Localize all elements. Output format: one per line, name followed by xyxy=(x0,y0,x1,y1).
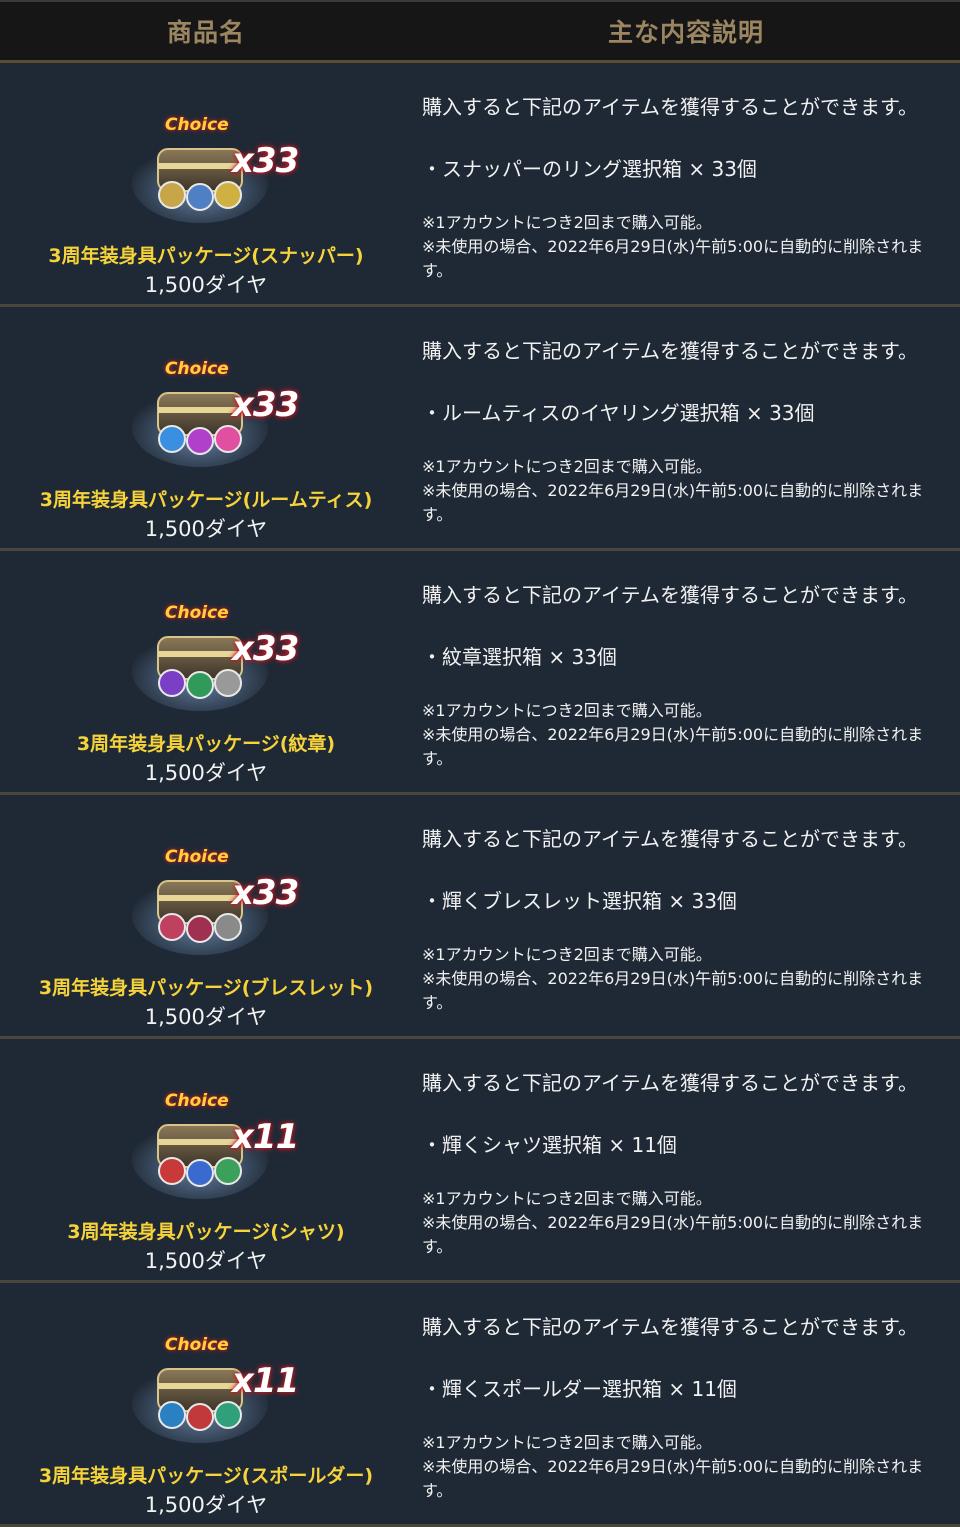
description-lead: 購入すると下記のアイテムを獲得することができます。 xyxy=(422,827,918,851)
purchase-limit-note: ※1アカウントにつき2回まで購入可能。 xyxy=(422,1433,712,1452)
description-item: ・輝くスポールダー選択箱 × 11個 xyxy=(422,1377,737,1401)
description-cell: 購入すると下記のアイテムを獲得することができます。 ・紋章選択箱 × 33個 ※… xyxy=(412,551,960,792)
product-cell: Choice x11 3周年装身具パッケージ(シャツ) 1,500ダイヤ xyxy=(0,1039,412,1280)
description-lead: 購入すると下記のアイテムを獲得することができます。 xyxy=(422,339,918,363)
table-row: Choice x33 3周年装身具パッケージ(ブレスレット) 1,500ダイヤ … xyxy=(0,795,960,1039)
expiry-note: ※未使用の場合、2022年6月29日(水)午前5:00に自動的に削除されます。 xyxy=(422,237,924,280)
purchase-limit-note: ※1アカウントにつき2回まで購入可能。 xyxy=(422,1189,712,1208)
product-price: 1,500ダイヤ xyxy=(144,273,268,297)
description-lead: 購入すると下記のアイテムを獲得することができます。 xyxy=(422,1315,918,1339)
description-notes: ※1アカウントにつき2回まで購入可能。 ※未使用の場合、2022年6月29日(水… xyxy=(422,1431,952,1503)
description-cell: 購入すると下記のアイテムを獲得することができます。 ・ルームティスのイヤリング選… xyxy=(412,307,960,548)
quantity-badge: x11 xyxy=(232,1361,299,1401)
choice-badge: Choice xyxy=(165,1335,229,1355)
quantity-badge: x33 xyxy=(232,629,299,669)
description-cell: 購入すると下記のアイテムを獲得することができます。 ・輝くブレスレット選択箱 ×… xyxy=(412,795,960,1036)
quantity-badge: x33 xyxy=(232,385,299,425)
product-price: 1,500ダイヤ xyxy=(144,1493,268,1517)
purchase-limit-note: ※1アカウントにつき2回まで購入可能。 xyxy=(422,213,712,232)
product-price: 1,500ダイヤ xyxy=(144,517,268,541)
product-name: 3周年装身具パッケージ(スナッパー) xyxy=(48,245,364,267)
description-item: ・輝くブレスレット選択箱 × 33個 xyxy=(422,889,737,913)
choice-badge: Choice xyxy=(165,359,229,379)
product-cell: Choice x33 3周年装身具パッケージ(ブレスレット) 1,500ダイヤ xyxy=(0,795,412,1036)
product-cell: Choice x11 3周年装身具パッケージ(スポールダー) 1,500ダイヤ xyxy=(0,1283,412,1524)
header-description: 主な内容説明 xyxy=(607,18,764,47)
description-notes: ※1アカウントにつき2回まで購入可能。 ※未使用の場合、2022年6月29日(水… xyxy=(422,1187,952,1259)
product-cell: Choice x33 3周年装身具パッケージ(紋章) 1,500ダイヤ xyxy=(0,551,412,792)
description-item: ・ルームティスのイヤリング選択箱 × 33個 xyxy=(422,401,815,425)
expiry-note: ※未使用の場合、2022年6月29日(水)午前5:00に自動的に削除されます。 xyxy=(422,1213,924,1256)
quantity-badge: x33 xyxy=(232,141,299,181)
description-notes: ※1アカウントにつき2回まで購入可能。 ※未使用の場合、2022年6月29日(水… xyxy=(422,455,952,527)
choice-badge: Choice xyxy=(165,603,229,623)
description-item: ・紋章選択箱 × 33個 xyxy=(422,645,617,669)
description-cell: 購入すると下記のアイテムを獲得することができます。 ・輝くシャツ選択箱 × 11… xyxy=(412,1039,960,1280)
product-price: 1,500ダイヤ xyxy=(144,1005,268,1029)
description-notes: ※1アカウントにつき2回まで購入可能。 ※未使用の場合、2022年6月29日(水… xyxy=(422,211,952,283)
expiry-note: ※未使用の場合、2022年6月29日(水)午前5:00に自動的に削除されます。 xyxy=(422,725,924,768)
purchase-limit-note: ※1アカウントにつき2回まで購入可能。 xyxy=(422,701,712,720)
package-table: 商品名 主な内容説明 Choice x33 3周年装身具パッケージ(スナッパー)… xyxy=(0,0,960,1527)
description-notes: ※1アカウントにつき2回まで購入可能。 ※未使用の場合、2022年6月29日(水… xyxy=(422,699,952,771)
description-item: ・スナッパーのリング選択箱 × 33個 xyxy=(422,157,757,181)
table-row: Choice x33 3周年装身具パッケージ(紋章) 1,500ダイヤ 購入する… xyxy=(0,551,960,795)
table-row: Choice x11 3周年装身具パッケージ(シャツ) 1,500ダイヤ 購入す… xyxy=(0,1039,960,1283)
table-row: Choice x33 3周年装身具パッケージ(ルームティス) 1,500ダイヤ … xyxy=(0,307,960,551)
purchase-limit-note: ※1アカウントにつき2回まで購入可能。 xyxy=(422,457,712,476)
description-lead: 購入すると下記のアイテムを獲得することができます。 xyxy=(422,95,918,119)
table-row: Choice x11 3周年装身具パッケージ(スポールダー) 1,500ダイヤ … xyxy=(0,1283,960,1527)
product-name: 3周年装身具パッケージ(ブレスレット) xyxy=(38,977,374,999)
product-name: 3周年装身具パッケージ(シャツ) xyxy=(67,1221,345,1243)
product-name: 3周年装身具パッケージ(紋章) xyxy=(76,733,336,755)
expiry-note: ※未使用の場合、2022年6月29日(水)午前5:00に自動的に削除されます。 xyxy=(422,481,924,524)
quantity-badge: x33 xyxy=(232,873,299,913)
header-product-name: 商品名 xyxy=(166,18,245,47)
description-lead: 購入すると下記のアイテムを獲得することができます。 xyxy=(422,583,918,607)
product-cell: Choice x33 3周年装身具パッケージ(ルームティス) 1,500ダイヤ xyxy=(0,307,412,548)
product-name: 3周年装身具パッケージ(スポールダー) xyxy=(38,1465,374,1487)
expiry-note: ※未使用の場合、2022年6月29日(水)午前5:00に自動的に削除されます。 xyxy=(422,1457,924,1500)
product-name: 3周年装身具パッケージ(ルームティス) xyxy=(39,489,373,511)
description-lead: 購入すると下記のアイテムを獲得することができます。 xyxy=(422,1071,918,1095)
table-row: Choice x33 3周年装身具パッケージ(スナッパー) 1,500ダイヤ 購… xyxy=(0,63,960,307)
choice-badge: Choice xyxy=(165,115,229,135)
product-price: 1,500ダイヤ xyxy=(144,761,268,785)
expiry-note: ※未使用の場合、2022年6月29日(水)午前5:00に自動的に削除されます。 xyxy=(422,969,924,1012)
description-cell: 購入すると下記のアイテムを獲得することができます。 ・輝くスポールダー選択箱 ×… xyxy=(412,1283,960,1524)
choice-badge: Choice xyxy=(165,847,229,867)
description-cell: 購入すると下記のアイテムを獲得することができます。 ・スナッパーのリング選択箱 … xyxy=(412,63,960,304)
choice-badge: Choice xyxy=(165,1091,229,1111)
description-item: ・輝くシャツ選択箱 × 11個 xyxy=(422,1133,677,1157)
table-header: 商品名 主な内容説明 xyxy=(0,0,960,63)
product-cell: Choice x33 3周年装身具パッケージ(スナッパー) 1,500ダイヤ xyxy=(0,63,412,304)
product-price: 1,500ダイヤ xyxy=(144,1249,268,1273)
purchase-limit-note: ※1アカウントにつき2回まで購入可能。 xyxy=(422,945,712,964)
description-notes: ※1アカウントにつき2回まで購入可能。 ※未使用の場合、2022年6月29日(水… xyxy=(422,943,952,1015)
quantity-badge: x11 xyxy=(232,1117,299,1157)
